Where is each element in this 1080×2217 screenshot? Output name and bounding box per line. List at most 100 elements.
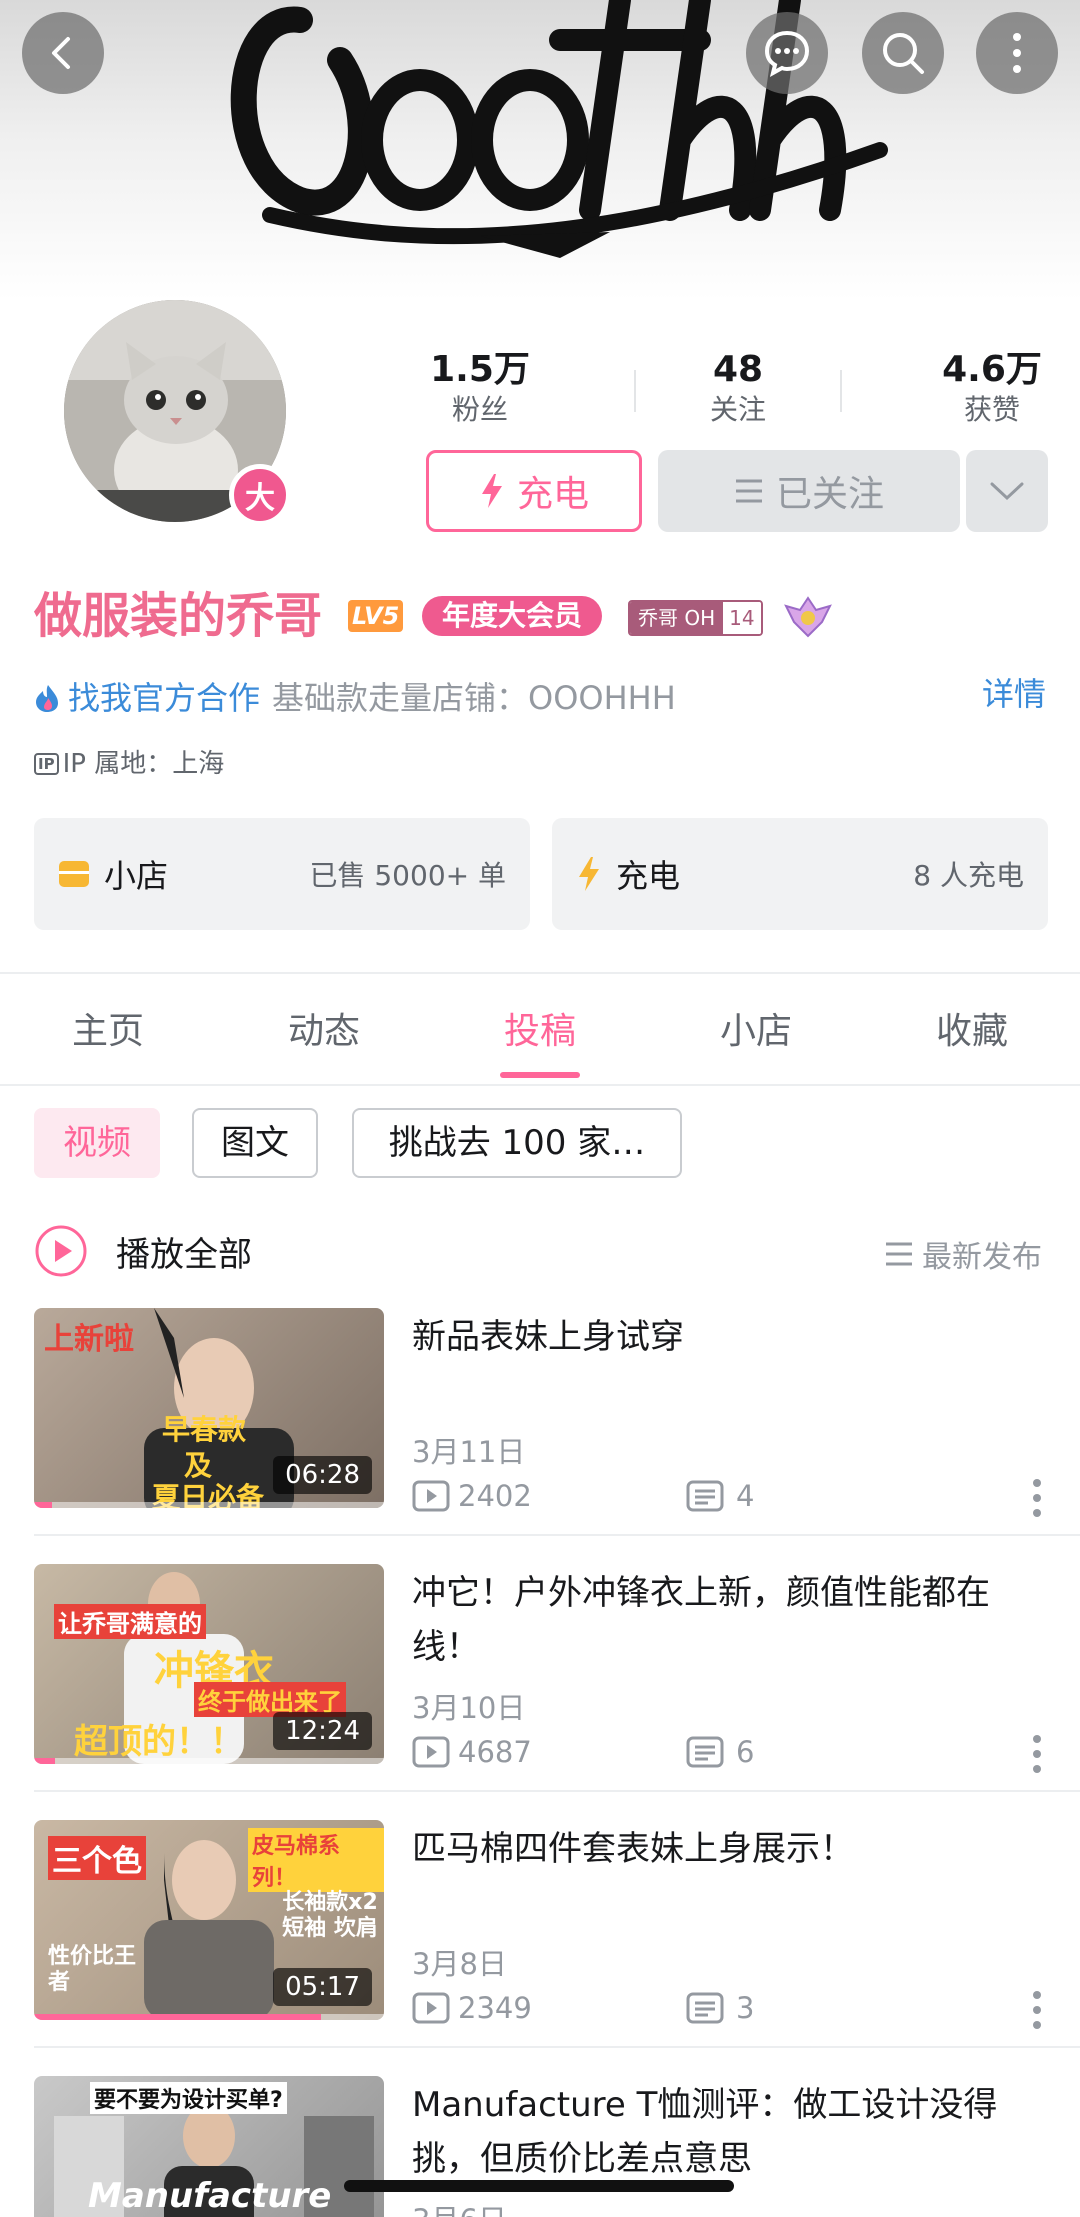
video-thumbnail[interactable]: 三个色 皮马棉系列！ 性价比王者 长袖款x2 短袖 坎肩 05:17 [34, 1820, 384, 2020]
charge-card[interactable]: 充电 8 人充电 [552, 818, 1048, 930]
video-item[interactable]: 上新啦 早春款 及 夏日必备 06:28 新品表妹上身试穿 3月11日 2402… [0, 1308, 1080, 1564]
chip-video[interactable]: 视频 [34, 1108, 160, 1178]
lightning-icon [579, 857, 599, 891]
stat-likes[interactable]: 4.6万 获赞 [932, 348, 1052, 428]
divider [34, 1534, 1080, 1536]
progress-track [34, 1502, 384, 1508]
thumb-text: 三个色 [48, 1836, 146, 1880]
fans-label: 粉丝 [451, 393, 508, 426]
video-plays: 4687 [412, 1734, 532, 1770]
divider [34, 2046, 1080, 2048]
video-comments: 3 [686, 1990, 754, 2026]
play-count: 4687 [458, 1735, 532, 1769]
charge-label: 充电 [516, 474, 589, 515]
video-thumbnail[interactable]: 要不要为设计买单? Manufacture [34, 2076, 384, 2217]
watch-progress [34, 2014, 321, 2020]
list-icon [735, 479, 762, 503]
thumb-text: 性价比王者 [48, 1944, 137, 1995]
progress-track [34, 1758, 384, 1764]
follow-dropdown-button[interactable] [966, 450, 1048, 532]
thumb-text: 长袖款x2 短袖 坎肩 [282, 1890, 378, 1941]
play-count-icon [412, 1992, 450, 2024]
thumb-text: 皮马棉系列！ [248, 1828, 384, 1892]
chevron-left-icon [52, 37, 70, 69]
more-vertical-icon [1013, 33, 1021, 73]
video-date: 3月10日 [412, 1691, 526, 1725]
play-all-label: 播放全部 [116, 1234, 252, 1275]
vip-badge[interactable]: 年度大会员 [422, 596, 603, 636]
shop-card-title: 小店 [104, 857, 169, 895]
tab-uploads[interactable]: 投稿 [460, 1002, 620, 1054]
chip-image-text[interactable]: 图文 [192, 1108, 318, 1178]
shop-card[interactable]: 小店 已售 5000+ 单 [34, 818, 530, 930]
fans-count: 1.5万 [430, 349, 530, 390]
level-badge: LV5 [348, 600, 404, 632]
video-title[interactable]: Manufacture T恤测评：做工设计没得挑，但质价比差点意思 [412, 2078, 1032, 2186]
detail-link[interactable]: 详情 [982, 672, 1046, 716]
followed-label: 已关注 [775, 474, 884, 515]
tab-favorites[interactable]: 收藏 [892, 1002, 1052, 1054]
avatar-badge: 大 [229, 464, 291, 526]
chip-series[interactable]: 挑战去 100 家… [352, 1108, 682, 1178]
video-duration: 06:28 [273, 1456, 372, 1494]
cooperation-link[interactable]: 找我官方合作 [68, 676, 260, 720]
following-count: 48 [712, 349, 764, 390]
more-menu-button[interactable] [976, 12, 1058, 94]
charge-card-title: 充电 [616, 857, 681, 895]
fan-medal[interactable]: 乔哥 OH 14 [628, 600, 763, 636]
ip-icon: IP [34, 753, 59, 775]
decoration-medal-icon[interactable] [782, 592, 834, 640]
play-all-button[interactable]: 播放全部 [34, 1224, 252, 1278]
play-count: 2402 [458, 1479, 532, 1513]
shop-icon [59, 861, 89, 887]
play-count: 2349 [458, 1991, 532, 2025]
comment-icon [686, 1736, 724, 1768]
sort-button[interactable]: 最新发布 [884, 1232, 1042, 1276]
back-button[interactable] [22, 12, 104, 94]
stat-divider [840, 370, 842, 412]
stat-fans[interactable]: 1.5万 粉丝 [420, 348, 540, 428]
lightning-icon [481, 474, 502, 508]
video-thumbnail[interactable]: 让乔哥满意的 冲锋衣 终于做出来了 超顶的！！ 12:24 [34, 1564, 384, 1764]
more-vertical-icon[interactable] [1032, 1990, 1042, 2030]
video-date: 3月6日 [412, 2202, 507, 2217]
charge-button[interactable]: 充电 [426, 450, 642, 532]
search-button[interactable] [862, 12, 944, 94]
video-title[interactable]: 新品表妹上身试穿 [412, 1310, 1032, 1364]
thumb-text: 要不要为设计买单? [90, 2082, 287, 2114]
followed-button[interactable]: 已关注 [658, 450, 960, 532]
tab-shop[interactable]: 小店 [676, 1002, 836, 1054]
stat-following[interactable]: 48 关注 [678, 348, 798, 428]
watch-progress [34, 1502, 52, 1508]
comment-icon [686, 1480, 724, 1512]
fan-medal-level: 14 [723, 602, 761, 634]
ip-location: IP IP 属地：上海 [34, 746, 224, 782]
video-plays: 2402 [412, 1478, 532, 1514]
video-duration: 12:24 [273, 1712, 372, 1750]
comment-count: 6 [736, 1735, 755, 1769]
video-comments: 4 [686, 1478, 754, 1514]
divider [0, 1084, 1080, 1086]
video-title[interactable]: 匹马棉四件套表妹上身展示！ [412, 1822, 1032, 1876]
message-button[interactable] [746, 12, 828, 94]
video-item[interactable]: 让乔哥满意的 冲锋衣 终于做出来了 超顶的！！ 12:24 冲它！户外冲锋衣上新… [0, 1564, 1080, 1820]
video-title[interactable]: 冲它！户外冲锋衣上新，颜值性能都在线！ [412, 1566, 1032, 1674]
video-date: 3月8日 [412, 1947, 507, 1981]
play-count-icon [412, 1480, 450, 1512]
divider [34, 1790, 1080, 1792]
video-item[interactable]: 要不要为设计买单? Manufacture Manufacture T恤测评：做… [0, 2076, 1080, 2217]
chevron-down-icon [990, 482, 1024, 501]
more-vertical-icon[interactable] [1032, 1478, 1042, 1518]
sort-label: 最新发布 [922, 1240, 1042, 1275]
comment-count: 3 [736, 1991, 755, 2025]
more-vertical-icon[interactable] [1032, 1734, 1042, 1774]
likes-label: 获赞 [963, 393, 1020, 426]
video-thumbnail[interactable]: 上新啦 早春款 及 夏日必备 06:28 [34, 1308, 384, 1508]
home-indicator [344, 2180, 734, 2192]
stat-divider [634, 370, 636, 412]
chat-bubble-icon [764, 30, 810, 77]
tab-home[interactable]: 主页 [28, 1002, 188, 1054]
watch-progress [34, 1758, 55, 1764]
tab-dynamic[interactable]: 动态 [244, 1002, 404, 1054]
video-item[interactable]: 三个色 皮马棉系列！ 性价比王者 长袖款x2 短袖 坎肩 05:17 匹马棉四件… [0, 1820, 1080, 2076]
